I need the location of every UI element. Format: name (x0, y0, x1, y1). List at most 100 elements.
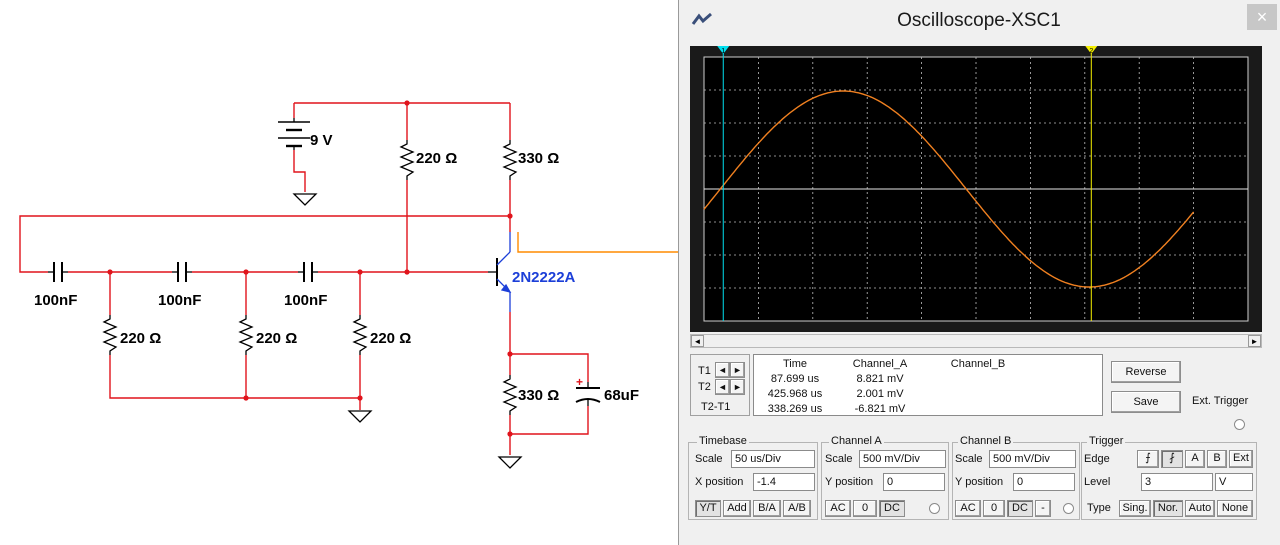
resistor-label-emitter: 330 Ω (518, 387, 559, 404)
mode-add-button[interactable]: Add (723, 500, 751, 517)
capacitor-label-3: 100nF (284, 292, 327, 309)
resistor-label-r1: 220 Ω (120, 330, 161, 347)
trigger-normal-button[interactable]: Nor. (1153, 500, 1183, 517)
resistor-220-top (399, 140, 415, 180)
trigger-title: Trigger (1087, 435, 1126, 447)
trigger-none-button[interactable]: None (1217, 500, 1253, 517)
capacitor-polarity: + (576, 375, 583, 389)
channel-b-title: Channel B (958, 435, 1014, 447)
resistor-220-r3 (352, 315, 368, 355)
t1-label: T1 (698, 365, 711, 377)
trigger-source-a-button[interactable]: A (1185, 450, 1205, 468)
channel-b-ypos-label: Y position (955, 476, 1004, 488)
header-channel-a: Channel_A (852, 358, 908, 370)
window-title: Oscilloscope-XSC1 (897, 10, 1061, 31)
ground-battery (292, 193, 318, 206)
title-bar[interactable]: Oscilloscope-XSC1 × (679, 0, 1280, 40)
t1-left-arrow-icon[interactable]: ◄ (715, 362, 730, 378)
capacitor-label-1: 100nF (34, 292, 77, 309)
channel-b-scale-field[interactable]: 500 mV/Div (989, 450, 1076, 468)
mode-ab-button[interactable]: A/B (783, 500, 811, 517)
trigger-auto-button[interactable]: Auto (1185, 500, 1215, 517)
t2-left-arrow-icon[interactable]: ◄ (715, 379, 730, 395)
cha-t1: 8.821 mV (856, 373, 904, 385)
trigger-edge-label: Edge (1084, 453, 1110, 465)
time-t2: 425.968 us (767, 388, 823, 400)
channel-a-terminal[interactable] (929, 503, 940, 514)
channel-b-scale-label: Scale (955, 453, 983, 465)
trigger-level-unit-select[interactable]: V (1215, 473, 1253, 491)
resistor-220-r2 (238, 315, 254, 355)
t2-right-arrow-icon[interactable]: ► (730, 379, 745, 395)
scope-screen-frame: 12 (690, 46, 1262, 332)
ext-trigger-terminal[interactable] (1234, 419, 1245, 430)
resistor-220-r1 (102, 315, 118, 355)
timebase-scale-field[interactable]: 50 us/Div (731, 450, 815, 468)
close-icon[interactable]: × (1247, 4, 1277, 30)
resistor-330-emitter (502, 375, 518, 415)
channel-a-ac-button[interactable]: AC (825, 500, 851, 517)
t2-t1-label: T2-T1 (701, 401, 731, 413)
edge-rising-icon[interactable]: ⨍ (1137, 450, 1159, 468)
battery-label: 9 V (310, 132, 333, 149)
scroll-left-icon[interactable]: ◄ (691, 335, 704, 347)
mode-ba-button[interactable]: B/A (753, 500, 781, 517)
ground-bottom (347, 410, 373, 423)
trigger-single-button[interactable]: Sing. (1119, 500, 1151, 517)
channel-a-scale-field[interactable]: 500 mV/Div (859, 450, 946, 468)
ground-emitter (497, 456, 523, 469)
scroll-right-icon[interactable]: ► (1248, 335, 1261, 347)
resistor-label-330-top: 330 Ω (518, 150, 559, 167)
oscilloscope-window: Oscilloscope-XSC1 × 12 ◄ ► T1 T2 ◄ ► ◄ ►… (678, 0, 1280, 545)
channel-a-scale-label: Scale (825, 453, 853, 465)
channel-b-ypos-field[interactable]: 0 (1013, 473, 1075, 491)
x-position-field[interactable]: -1.4 (753, 473, 815, 491)
x-position-label: X position (695, 476, 744, 488)
time-t2t1: 338.269 us (767, 403, 823, 415)
edge-falling-icon[interactable]: ⨏ (1161, 450, 1183, 468)
reverse-button[interactable]: Reverse (1111, 361, 1181, 383)
channel-b-ac-button[interactable]: AC (955, 500, 981, 517)
time-column: Time 87.699 us 425.968 us 338.269 us (760, 357, 830, 417)
channel-a-title: Channel A (829, 435, 884, 447)
trigger-source-ext-button[interactable]: Ext (1229, 450, 1253, 468)
trigger-source-b-button[interactable]: B (1207, 450, 1227, 468)
scope-display[interactable]: 12 (690, 46, 1262, 332)
resistor-label-r3: 220 Ω (370, 330, 411, 347)
measurement-readout: Time 87.699 us 425.968 us 338.269 us Cha… (753, 354, 1103, 416)
cursor-controls: T1 T2 ◄ ► ◄ ► T2-T1 (690, 354, 750, 416)
channel-a-ypos-field[interactable]: 0 (883, 473, 945, 491)
t1-right-arrow-icon[interactable]: ► (730, 362, 745, 378)
channel-a-ypos-label: Y position (825, 476, 874, 488)
t2-label: T2 (698, 381, 711, 393)
circuit-schematic: 9 V 220 Ω 330 Ω 2N2222A 100nF 100nF 100n… (19, 100, 678, 469)
time-t1: 87.699 us (770, 373, 820, 385)
trigger-level-field[interactable]: 3 (1141, 473, 1213, 491)
battery-symbol (278, 118, 310, 150)
channel-a-zero-button[interactable]: 0 (853, 500, 877, 517)
channel-b-terminal[interactable] (1063, 503, 1074, 514)
trigger-level-label: Level (1084, 476, 1111, 488)
transistor-label: 2N2222A (512, 269, 576, 286)
horizontal-scrollbar[interactable]: ◄ ► (690, 334, 1262, 348)
save-button[interactable]: Save (1111, 391, 1181, 413)
resistor-label-220-top: 220 Ω (416, 150, 457, 167)
channel-b-minus-button[interactable]: - (1035, 500, 1051, 517)
header-time: Time (782, 358, 808, 370)
capacitor-label-68uf: 68uF (604, 387, 639, 404)
capacitor-2 (172, 262, 192, 282)
cursor-t1-label: 1 (721, 48, 725, 55)
channel-b-column: Channel_B (938, 357, 1018, 372)
cha-t2t1: -6.821 mV (854, 403, 906, 415)
capacitor-1 (48, 262, 68, 282)
channel-a-dc-button[interactable]: DC (879, 500, 905, 517)
timebase-title: Timebase (697, 435, 749, 447)
mode-yt-button[interactable]: Y/T (695, 500, 721, 517)
resistor-330-top (502, 140, 518, 180)
cursor-t2-label: 2 (1089, 48, 1093, 55)
channel-b-zero-button[interactable]: 0 (983, 500, 1005, 517)
channel-a-column: Channel_A 8.821 mV 2.001 mV -6.821 mV (840, 357, 920, 417)
resistor-label-r2: 220 Ω (256, 330, 297, 347)
channel-b-dc-button[interactable]: DC (1007, 500, 1033, 517)
timebase-scale-label: Scale (695, 453, 723, 465)
